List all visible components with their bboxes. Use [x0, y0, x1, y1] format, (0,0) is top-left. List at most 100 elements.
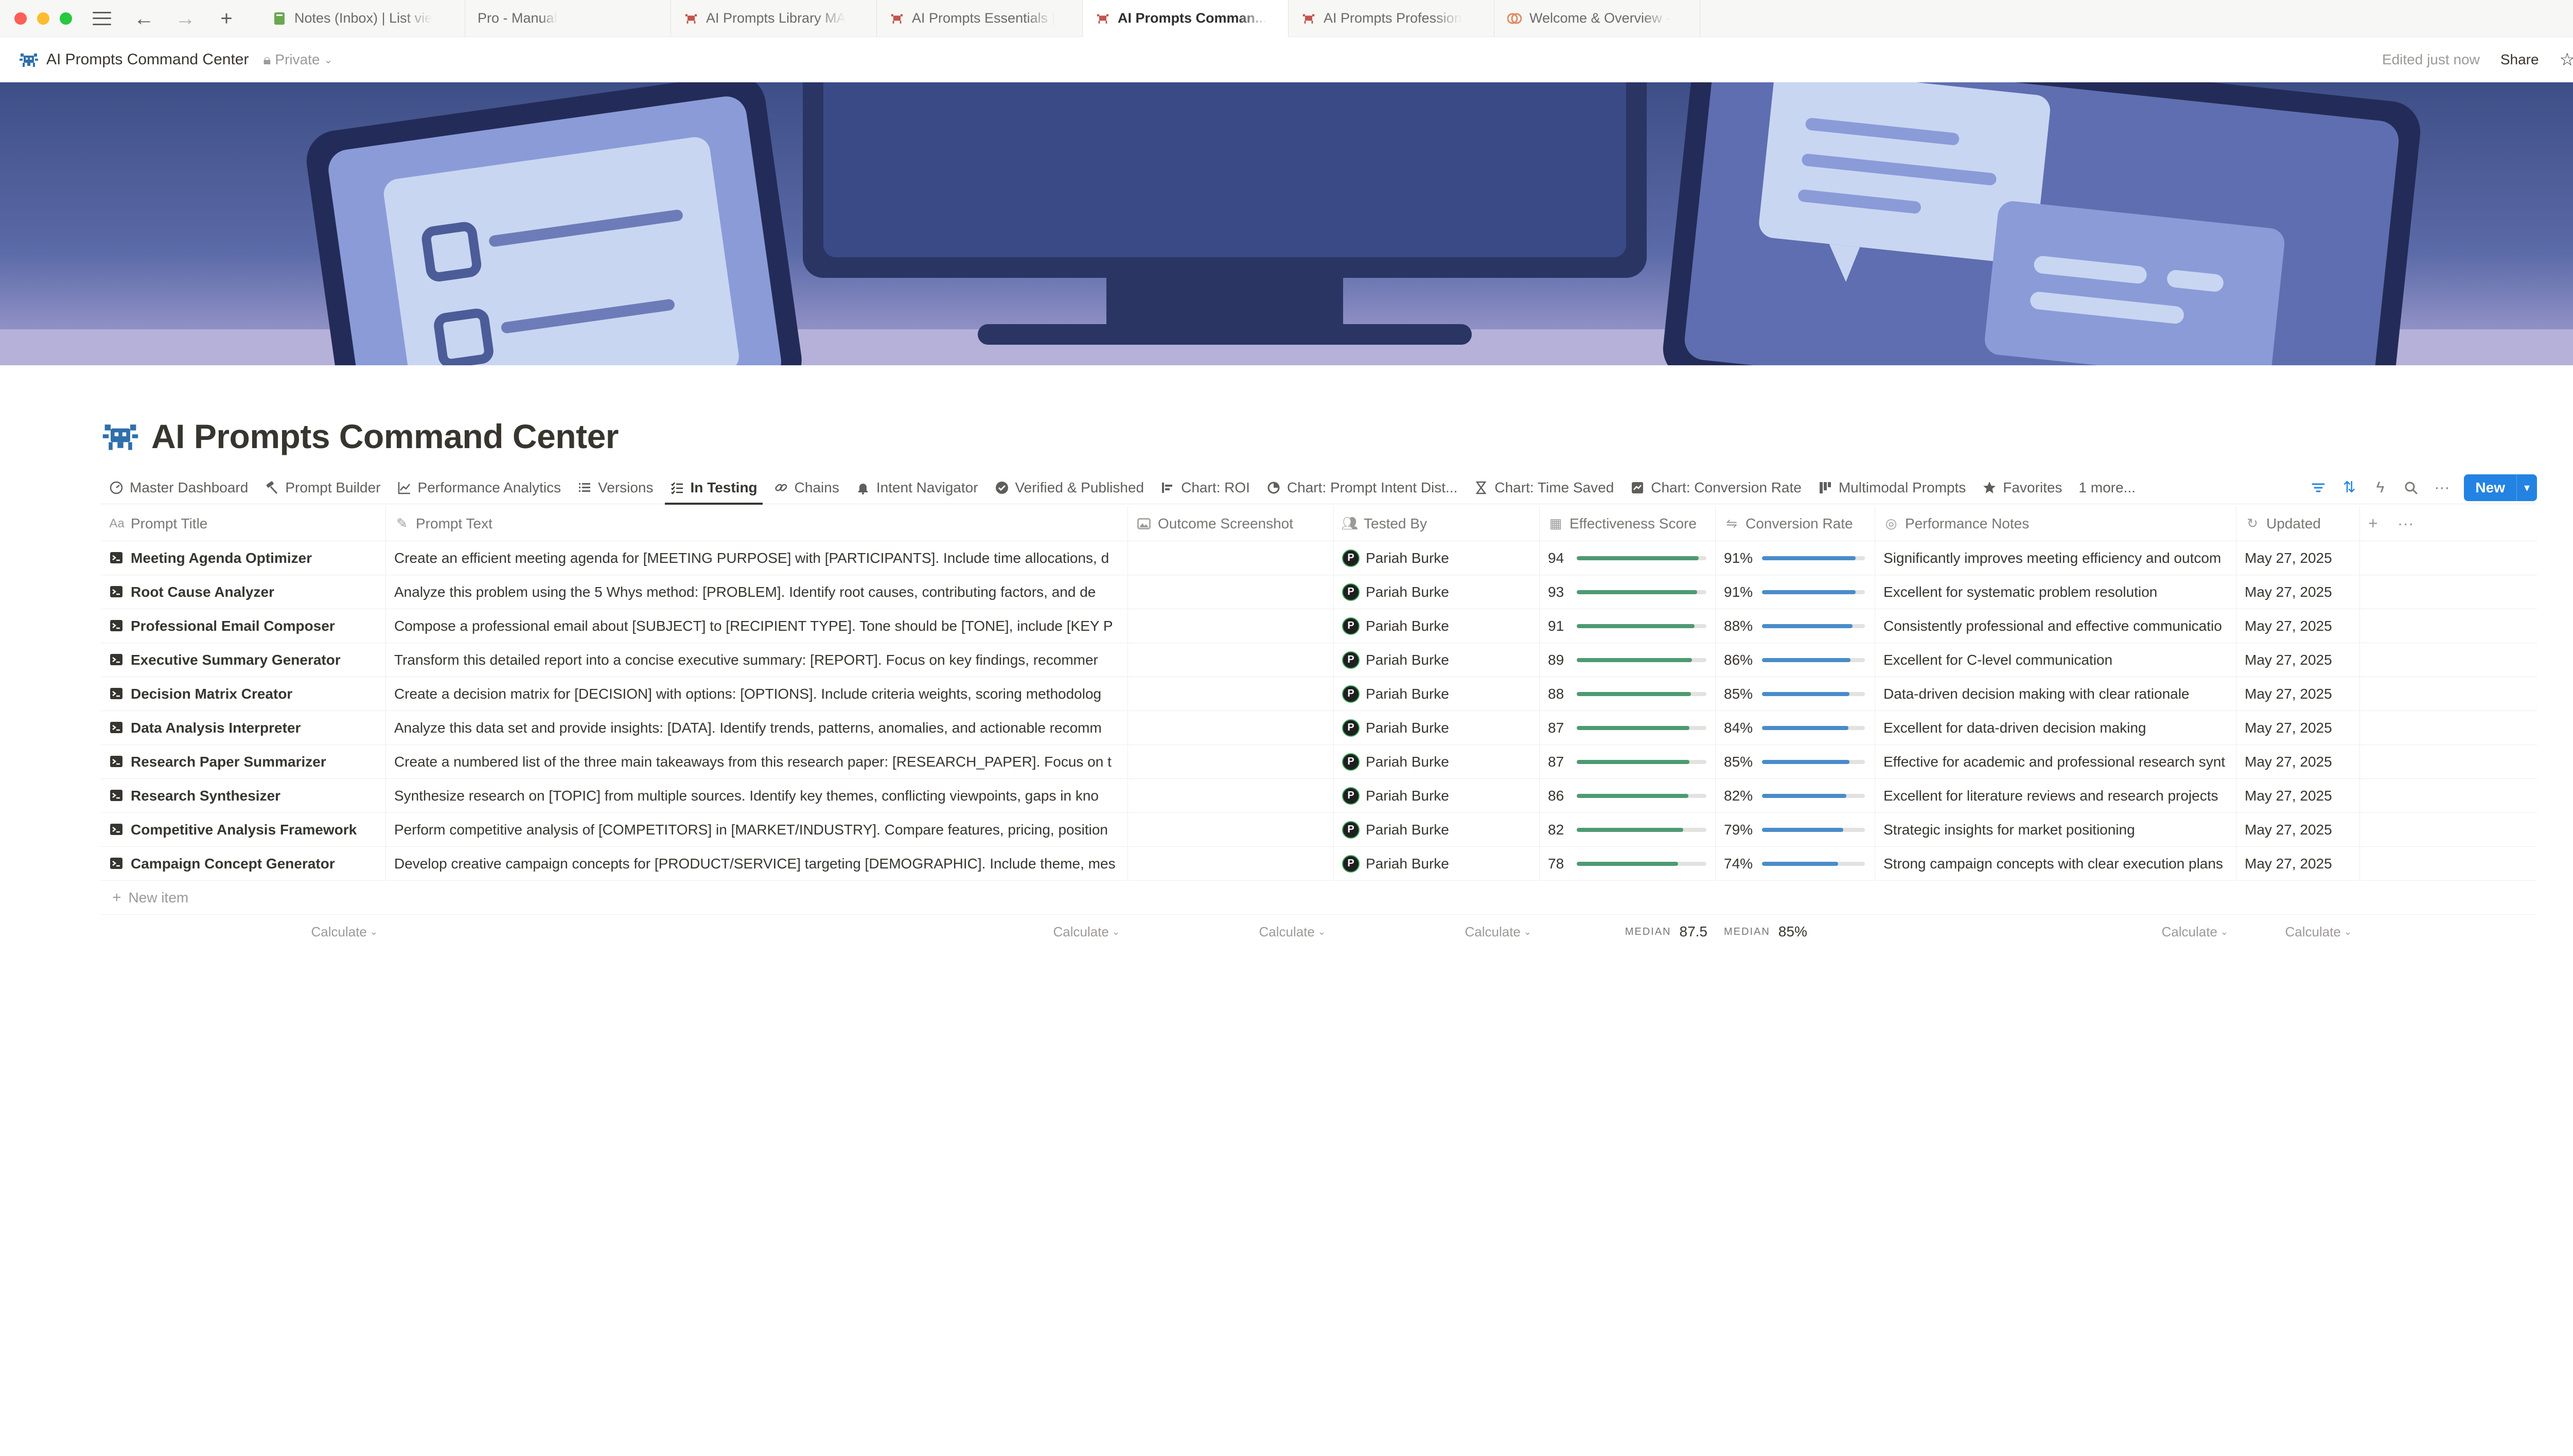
browser-tab[interactable]: AI Prompts Library MA	[671, 0, 877, 37]
new-tab-plus-icon[interactable]: +	[216, 8, 237, 29]
effectiveness-score-cell[interactable]: 89	[1540, 643, 1716, 677]
table-row[interactable]: Research Paper Summarizer Create a number…	[101, 745, 2537, 779]
performance-notes-cell[interactable]: Data-driven decision making with clear r…	[1875, 677, 2236, 711]
effectiveness-score-cell[interactable]: 87	[1540, 711, 1716, 744]
table-row[interactable]: Campaign Concept Generator Develop creati…	[101, 847, 2537, 881]
view-tab-in-testing[interactable]: In Testing	[662, 471, 766, 505]
prompt-title[interactable]: Campaign Concept Generator	[131, 856, 335, 872]
performance-notes-cell[interactable]: Consistently professional and effective …	[1875, 609, 2236, 643]
prompt-title[interactable]: Meeting Agenda Optimizer	[131, 550, 312, 566]
calculate-conversion-rate[interactable]: MEDIAN 85%	[1716, 915, 1875, 949]
filter-icon[interactable]	[2310, 479, 2327, 496]
outcome-screenshot-cell[interactable]	[1128, 813, 1334, 846]
browser-tab[interactable]: AI Prompts Comman...	[1083, 0, 1289, 37]
prompt-title-cell[interactable]: Campaign Concept Generator	[101, 847, 386, 880]
tested-by-cell[interactable]: P Pariah Burke	[1334, 541, 1540, 575]
maximize-window-button[interactable]	[60, 12, 72, 25]
prompt-title-cell[interactable]: Research Paper Summarizer	[101, 745, 386, 778]
outcome-screenshot-cell[interactable]	[1128, 711, 1334, 744]
view-tab-verified-published[interactable]: Verified & Published	[986, 471, 1153, 504]
view-tab-versions[interactable]: Versions	[569, 471, 661, 504]
performance-notes-cell[interactable]: Effective for academic and professional …	[1875, 745, 2236, 778]
table-row[interactable]: Executive Summary Generator Transform thi…	[101, 643, 2537, 677]
prompt-text-cell[interactable]: Analyze this problem using the 5 Whys me…	[386, 575, 1128, 609]
browser-tab[interactable]: Notes (Inbox) | List vie	[259, 0, 465, 37]
view-tab-chart-prompt-intent-dist[interactable]: Chart: Prompt Intent Dist...	[1258, 471, 1466, 504]
outcome-screenshot-cell[interactable]	[1128, 643, 1334, 677]
table-row[interactable]: Meeting Agenda Optimizer Create an effici…	[101, 541, 2537, 575]
effectiveness-score-cell[interactable]: 78	[1540, 847, 1716, 880]
more-views-button[interactable]: 1 more...	[2070, 471, 2143, 504]
performance-notes-cell[interactable]: Significantly improves meeting efficienc…	[1875, 541, 2236, 575]
performance-notes-cell[interactable]: Strategic insights for market positionin…	[1875, 813, 2236, 846]
outcome-screenshot-cell[interactable]	[1128, 779, 1334, 812]
prompt-title-cell[interactable]: Executive Summary Generator	[101, 643, 386, 677]
chevron-down-icon[interactable]: ▾	[2516, 474, 2537, 501]
view-tab-chart-time-saved[interactable]: Chart: Time Saved	[1466, 471, 1622, 504]
table-row[interactable]: Root Cause Analyzer Analyze this problem …	[101, 575, 2537, 609]
view-tab-chains[interactable]: Chains	[766, 471, 848, 504]
search-icon[interactable]	[2402, 479, 2420, 496]
prompt-title[interactable]: Professional Email Composer	[131, 618, 335, 634]
calculate-outcome-screenshot[interactable]: Calculate ⌄	[1128, 915, 1334, 949]
prompt-text-cell[interactable]: Create a numbered list of the three main…	[386, 745, 1128, 778]
effectiveness-score-cell[interactable]: 93	[1540, 575, 1716, 609]
tested-by-cell[interactable]: P Pariah Burke	[1334, 643, 1540, 677]
conversion-rate-cell[interactable]: 82%	[1716, 779, 1875, 812]
sort-icon[interactable]: ⇅	[2340, 479, 2358, 496]
column-header-conversion-rate[interactable]: ⇋ Conversion Rate	[1716, 506, 1875, 541]
view-tab-multimodal-prompts[interactable]: Multimodal Prompts	[1810, 471, 1974, 504]
performance-notes-cell[interactable]: Excellent for literature reviews and res…	[1875, 779, 2236, 812]
prompt-title-cell[interactable]: Meeting Agenda Optimizer	[101, 541, 386, 575]
performance-notes-cell[interactable]: Strong campaign concepts with clear exec…	[1875, 847, 2236, 880]
sidebar-toggle-icon[interactable]	[93, 11, 113, 25]
prompt-text-cell[interactable]: Create a decision matrix for [DECISION] …	[386, 677, 1128, 711]
crab-icon[interactable]	[101, 420, 140, 452]
tested-by-cell[interactable]: P Pariah Burke	[1334, 609, 1540, 643]
view-tab-master-dashboard[interactable]: Master Dashboard	[101, 471, 256, 504]
prompt-title-cell[interactable]: Professional Email Composer	[101, 609, 386, 643]
effectiveness-score-cell[interactable]: 82	[1540, 813, 1716, 846]
conversion-rate-cell[interactable]: 85%	[1716, 745, 1875, 778]
effectiveness-score-cell[interactable]: 88	[1540, 677, 1716, 711]
performance-notes-cell[interactable]: Excellent for C-level communication	[1875, 643, 2236, 677]
close-window-button[interactable]	[14, 12, 27, 25]
tested-by-cell[interactable]: P Pariah Burke	[1334, 575, 1540, 609]
tested-by-cell[interactable]: P Pariah Burke	[1334, 745, 1540, 778]
breadcrumb-title[interactable]: AI Prompts Command Center	[46, 51, 249, 68]
effectiveness-score-cell[interactable]: 87	[1540, 745, 1716, 778]
tested-by-cell[interactable]: P Pariah Burke	[1334, 779, 1540, 812]
new-button-label[interactable]: New	[2464, 474, 2516, 501]
table-row[interactable]: Research Synthesizer Synthesize research …	[101, 779, 2537, 813]
page-title[interactable]: AI Prompts Command Center	[151, 417, 619, 456]
prompt-title[interactable]: Executive Summary Generator	[131, 652, 341, 668]
prompt-text-cell[interactable]: Compose a professional email about [SUBJ…	[386, 609, 1128, 643]
calculate-performance-notes[interactable]: Calculate ⌄	[1875, 915, 2236, 949]
more-options-icon[interactable]: ···	[2398, 514, 2414, 533]
prompt-text-cell[interactable]: Develop creative campaign concepts for […	[386, 847, 1128, 880]
add-column-plus-icon[interactable]: +	[2368, 514, 2378, 533]
outcome-screenshot-cell[interactable]	[1128, 609, 1334, 643]
prompt-title[interactable]: Data Analysis Interpreter	[131, 720, 301, 736]
outcome-screenshot-cell[interactable]	[1128, 575, 1334, 609]
conversion-rate-cell[interactable]: 86%	[1716, 643, 1875, 677]
column-header-updated[interactable]: ↻ Updated	[2236, 506, 2360, 541]
calculate-prompt-title[interactable]: Calculate ⌄	[101, 915, 386, 949]
new-record-button[interactable]: New ▾	[2464, 474, 2537, 501]
conversion-rate-cell[interactable]: 91%	[1716, 575, 1875, 609]
calculate-updated[interactable]: Calculate ⌄	[2236, 915, 2360, 949]
table-row[interactable]: Decision Matrix Creator Create a decision…	[101, 677, 2537, 711]
column-header-prompt-text[interactable]: ✎ Prompt Text	[386, 506, 1128, 541]
share-button[interactable]: Share	[2500, 51, 2539, 68]
view-tab-chart-conversion-rate[interactable]: Chart: Conversion Rate	[1622, 471, 1810, 504]
prompt-title[interactable]: Research Synthesizer	[131, 788, 280, 804]
prompt-title-cell[interactable]: Competitive Analysis Framework	[101, 813, 386, 846]
browser-tab[interactable]: AI Prompts Essentials |	[877, 0, 1083, 37]
performance-notes-cell[interactable]: Excellent for systematic problem resolut…	[1875, 575, 2236, 609]
performance-notes-cell[interactable]: Excellent for data-driven decision makin…	[1875, 711, 2236, 744]
prompt-text-cell[interactable]: Analyze this data set and provide insigh…	[386, 711, 1128, 744]
column-header-effectiveness-score[interactable]: ▦ Effectiveness Score	[1540, 506, 1716, 541]
view-tab-chart-roi[interactable]: Chart: ROI	[1152, 471, 1258, 504]
column-header-prompt-title[interactable]: Aa Prompt Title	[101, 506, 386, 541]
calculate-prompt-text[interactable]: Calculate ⌄	[386, 915, 1128, 949]
